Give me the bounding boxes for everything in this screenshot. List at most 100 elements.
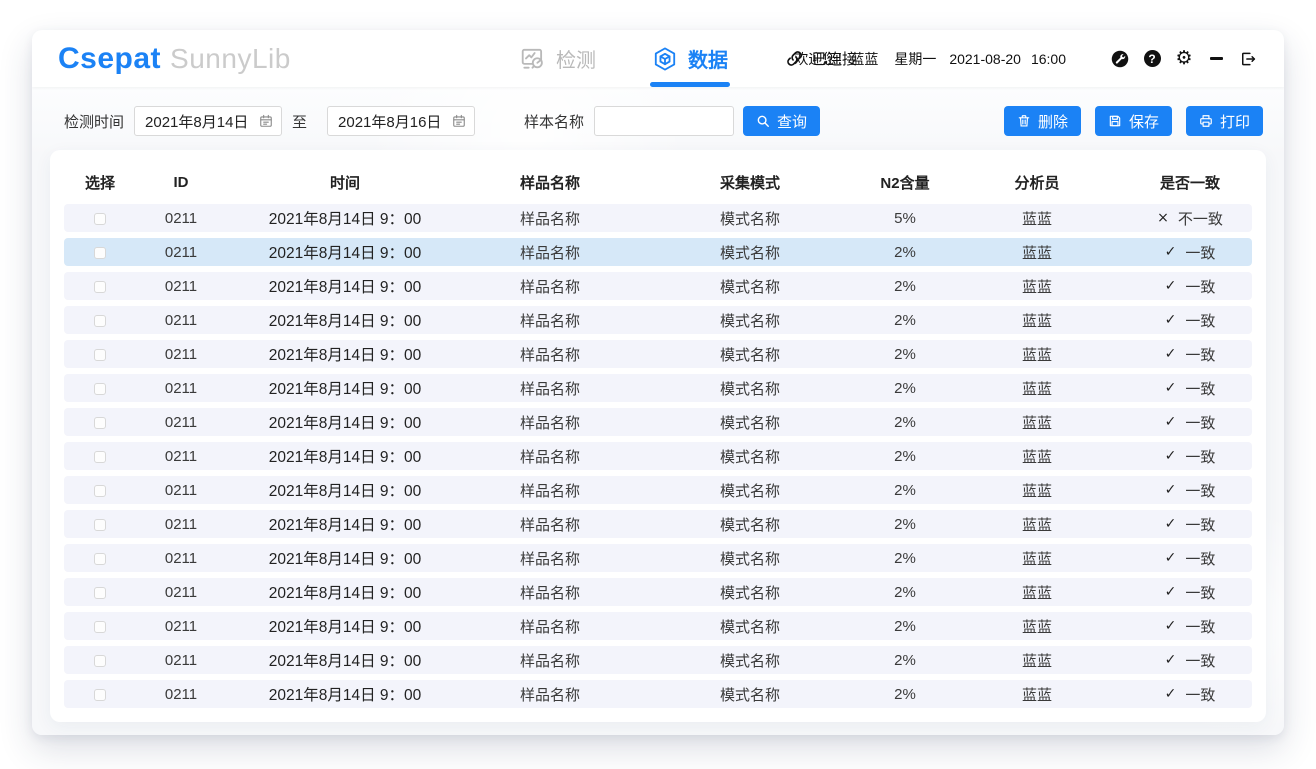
row-checkbox[interactable] xyxy=(94,247,106,259)
row-time: 2021年8月14日 9：00 xyxy=(226,207,464,229)
sample-name-input[interactable] xyxy=(594,106,734,136)
table-row[interactable]: 0211 2021年8月14日 9：00 样品名称 模式名称 5% 蓝蓝 × 不… xyxy=(64,204,1252,232)
row-checkbox[interactable] xyxy=(94,281,106,293)
consistency-label: 一致 xyxy=(1185,446,1215,467)
row-analyst: 蓝蓝 xyxy=(946,310,1128,331)
row-consistency: ✓ 一致 xyxy=(1128,616,1252,637)
tab-data-label: 数据 xyxy=(688,44,728,73)
row-checkbox[interactable] xyxy=(94,587,106,599)
table-row[interactable]: 0211 2021年8月14日 9：00 样品名称 模式名称 2% 蓝蓝 ✓ 一… xyxy=(64,476,1252,504)
table-row[interactable]: 0211 2021年8月14日 9：00 样品名称 模式名称 2% 蓝蓝 ✓ 一… xyxy=(64,510,1252,538)
consistency-mark-icon: ✓ xyxy=(1165,516,1177,532)
row-select-cell xyxy=(64,244,136,261)
row-mode: 模式名称 xyxy=(636,684,864,705)
table-row[interactable]: 0211 2021年8月14日 9：00 样品名称 模式名称 2% 蓝蓝 ✓ 一… xyxy=(64,544,1252,572)
connection-label: 已连接 xyxy=(812,48,857,69)
table-header-row: 选择 ID 时间 样品名称 采集模式 N2含量 分析员 是否一致 xyxy=(64,160,1252,204)
logout-icon[interactable] xyxy=(1238,49,1258,69)
minimize-icon[interactable] xyxy=(1206,49,1226,69)
table-row[interactable]: 0211 2021年8月14日 9：00 样品名称 模式名称 2% 蓝蓝 ✓ 一… xyxy=(64,340,1252,368)
trash-icon xyxy=(1017,114,1031,128)
search-icon xyxy=(756,114,770,128)
row-analyst: 蓝蓝 xyxy=(946,242,1128,263)
row-time: 2021年8月14日 9：00 xyxy=(226,581,464,603)
row-checkbox[interactable] xyxy=(94,485,106,497)
row-checkbox[interactable] xyxy=(94,349,106,361)
table-row[interactable]: 0211 2021年8月14日 9：00 样品名称 模式名称 2% 蓝蓝 ✓ 一… xyxy=(64,238,1252,266)
query-button[interactable]: 查询 xyxy=(743,106,820,136)
row-select-cell xyxy=(64,278,136,295)
row-mode: 模式名称 xyxy=(636,616,864,637)
header-icon-group: ? ⚙ xyxy=(1110,49,1258,69)
time-text: 16:00 xyxy=(1031,51,1066,67)
tools-icon[interactable] xyxy=(1110,49,1130,69)
table-row[interactable]: 0211 2021年8月14日 9：00 样品名称 模式名称 2% 蓝蓝 ✓ 一… xyxy=(64,272,1252,300)
delete-button[interactable]: 删除 xyxy=(1004,106,1081,136)
row-analyst: 蓝蓝 xyxy=(946,378,1128,399)
row-analyst: 蓝蓝 xyxy=(946,650,1128,671)
help-icon[interactable]: ? xyxy=(1142,49,1162,69)
row-checkbox[interactable] xyxy=(94,383,106,395)
row-checkbox[interactable] xyxy=(94,417,106,429)
row-id: 0211 xyxy=(136,380,226,397)
consistency-mark-icon: ✓ xyxy=(1165,686,1177,702)
date-from-input[interactable]: 2021年8月14日 xyxy=(134,106,282,136)
consistency-label: 一致 xyxy=(1185,582,1215,603)
save-button[interactable]: 保存 xyxy=(1095,106,1172,136)
row-checkbox[interactable] xyxy=(94,553,106,565)
row-checkbox[interactable] xyxy=(94,315,106,327)
table-row[interactable]: 0211 2021年8月14日 9：00 样品名称 模式名称 2% 蓝蓝 ✓ 一… xyxy=(64,612,1252,640)
row-checkbox[interactable] xyxy=(94,689,106,701)
consistency-mark-icon: ✓ xyxy=(1165,482,1177,498)
row-consistency: ✓ 一致 xyxy=(1128,480,1252,501)
row-checkbox[interactable] xyxy=(94,213,106,225)
consistency-mark-icon: ✓ xyxy=(1165,278,1177,294)
consistency-label: 一致 xyxy=(1185,242,1215,263)
row-consistency: ✓ 一致 xyxy=(1128,412,1252,433)
row-time: 2021年8月14日 9：00 xyxy=(226,513,464,535)
tab-data[interactable]: 数据 xyxy=(652,30,728,87)
print-button[interactable]: 打印 xyxy=(1186,106,1263,136)
row-analyst: 蓝蓝 xyxy=(946,412,1128,433)
gear-glyph: ⚙ xyxy=(1175,49,1192,68)
logo-primary: Csepat xyxy=(58,42,161,76)
row-consistency: ✓ 一致 xyxy=(1128,684,1252,705)
row-checkbox[interactable] xyxy=(94,655,106,667)
calendar-icon xyxy=(452,114,466,128)
table-row[interactable]: 0211 2021年8月14日 9：00 样品名称 模式名称 2% 蓝蓝 ✓ 一… xyxy=(64,646,1252,674)
settings-gear-icon[interactable]: ⚙ xyxy=(1174,49,1194,69)
table-row[interactable]: 0211 2021年8月14日 9：00 样品名称 模式名称 2% 蓝蓝 ✓ 一… xyxy=(64,578,1252,606)
row-mode: 模式名称 xyxy=(636,208,864,229)
calendar-icon xyxy=(259,114,273,128)
row-n2-content: 5% xyxy=(864,210,946,227)
table-row[interactable]: 0211 2021年8月14日 9：00 样品名称 模式名称 2% 蓝蓝 ✓ 一… xyxy=(64,408,1252,436)
table-row[interactable]: 0211 2021年8月14日 9：00 样品名称 模式名称 2% 蓝蓝 ✓ 一… xyxy=(64,680,1252,708)
row-time: 2021年8月14日 9：00 xyxy=(226,615,464,637)
consistency-mark-icon: ✓ xyxy=(1165,380,1177,396)
col-id: ID xyxy=(136,174,226,191)
row-time: 2021年8月14日 9：00 xyxy=(226,241,464,263)
consistency-label: 一致 xyxy=(1185,514,1215,535)
row-checkbox[interactable] xyxy=(94,621,106,633)
table-row[interactable]: 0211 2021年8月14日 9：00 样品名称 模式名称 2% 蓝蓝 ✓ 一… xyxy=(64,442,1252,470)
row-sample-name: 样品名称 xyxy=(464,378,636,399)
table-row[interactable]: 0211 2021年8月14日 9：00 样品名称 模式名称 2% 蓝蓝 ✓ 一… xyxy=(64,306,1252,334)
row-sample-name: 样品名称 xyxy=(464,582,636,603)
table-row[interactable]: 0211 2021年8月14日 9：00 样品名称 模式名称 2% 蓝蓝 ✓ 一… xyxy=(64,374,1252,402)
row-n2-content: 2% xyxy=(864,346,946,363)
row-time: 2021年8月14日 9：00 xyxy=(226,479,464,501)
row-time: 2021年8月14日 9：00 xyxy=(226,309,464,331)
consistency-label: 一致 xyxy=(1185,684,1215,705)
header-right: 欢迎您！蓝蓝 星期一 2021-08-20 16:00 ? ⚙ xyxy=(794,49,1258,69)
consistency-label: 一致 xyxy=(1185,616,1215,637)
consistency-label: 一致 xyxy=(1185,310,1215,331)
date-to-input[interactable]: 2021年8月16日 xyxy=(327,106,475,136)
row-id: 0211 xyxy=(136,516,226,533)
app-window: Csepat SunnyLib 检测 xyxy=(32,30,1284,735)
row-n2-content: 2% xyxy=(864,312,946,329)
row-checkbox[interactable] xyxy=(94,451,106,463)
col-n2: N2含量 xyxy=(864,172,946,193)
tab-detection[interactable]: 检测 xyxy=(520,30,596,87)
col-time: 时间 xyxy=(226,172,464,193)
row-checkbox[interactable] xyxy=(94,519,106,531)
